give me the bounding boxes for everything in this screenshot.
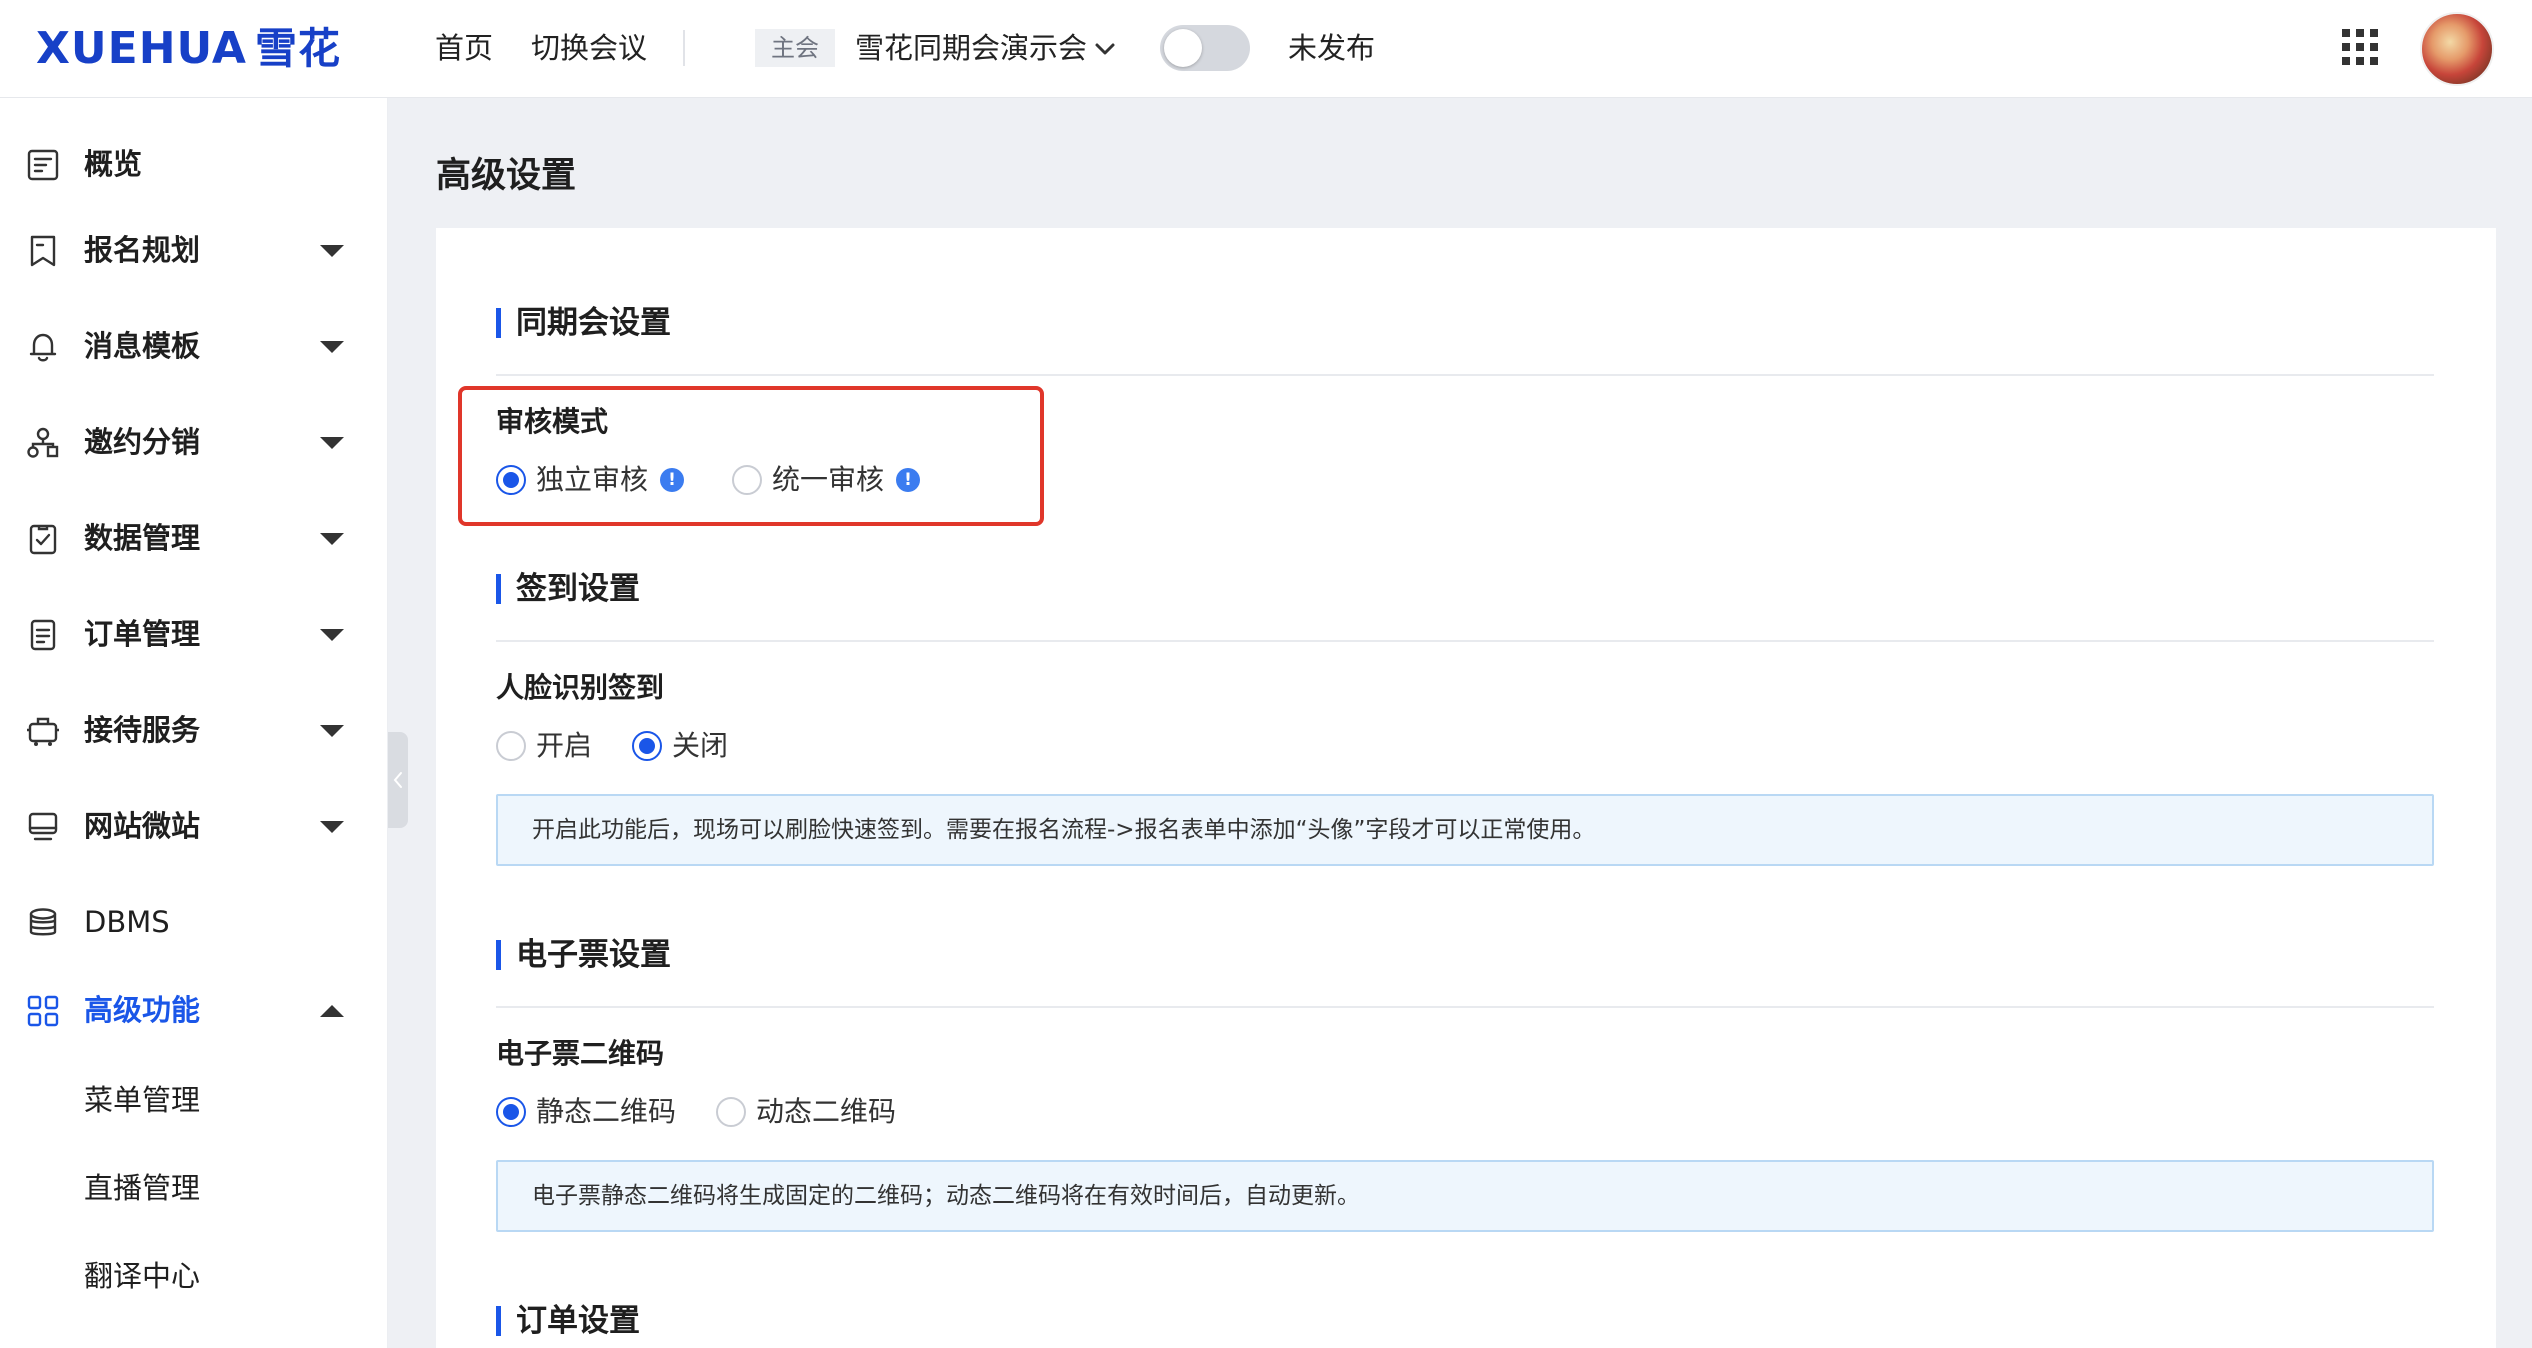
face-checkin-radio-group: 开启 关闭 [496,726,896,766]
logo-cn: 雪花 [254,24,341,73]
main-conference-tag: 主会 [755,29,835,67]
radio-dot [496,731,526,761]
caret-down-icon [320,629,344,641]
sidebar-subitem-label: 翻译中心 [84,1259,201,1293]
radio-label: 开启 [536,729,593,762]
face-checkin-hint: 开启此功能后，现场可以刷脸快速签到。需要在报名流程->报名表单中添加“头像”字段… [496,794,2434,866]
radio-dot [716,1097,746,1127]
eticket-qrcode-hint: 电子票静态二维码将生成固定的二维码；动态二维码将在有效时间后，自动更新。 [496,1160,2434,1232]
radio-dot [732,465,762,495]
xuehua-logo[interactable]: XUEHUA 雪花 [36,22,341,76]
apps-grid-icon[interactable] [2340,27,2380,67]
user-avatar[interactable] [2420,12,2494,86]
info-icon[interactable]: ! [896,468,920,492]
document-icon [30,619,56,651]
sidebar-item-invitation[interactable]: 邀约分销 [0,410,388,474]
logo-latin: XUEHUA [36,23,247,74]
sidebar-item-reception[interactable]: 接待服务 [0,698,388,762]
sidebar-collapse-handle[interactable] [388,732,408,828]
radio-dot [496,465,526,495]
overview-icon [27,149,59,181]
sidebar-item-label: 报名规划 [84,233,201,267]
sidebar-item-data-management[interactable]: 数据管理 [0,506,388,570]
grid-icon [27,995,59,1027]
sidebar-subitem-menu-management[interactable]: 菜单管理 [0,1070,388,1130]
review-mode-label: 审核模式 [496,405,609,438]
org-tree-icon [27,427,59,458]
page-title: 高级设置 [436,156,577,196]
sidebar-item-overview[interactable]: 概览 [0,132,388,196]
caret-up-icon [320,1005,344,1017]
nav-home-link[interactable]: 首页 [435,28,493,68]
sidebar-item-order-management[interactable]: 订单管理 [0,602,388,666]
face-checkin-label: 人脸识别签到 [496,671,665,704]
monitor-icon [28,812,58,841]
sidebar-item-advanced[interactable]: 高级功能 [0,978,388,1042]
caret-down-icon [320,245,344,257]
sidebar-item-label: 高级功能 [84,993,201,1027]
sidebar-item-registration[interactable]: 报名规划 [0,218,388,282]
caret-down-icon [320,341,344,353]
section-title-order: 订单设置 [496,1300,640,1342]
caret-down-icon [320,437,344,449]
publish-status: 未发布 [1288,31,1376,65]
sidebar-subitem-label: 菜单管理 [84,1083,201,1117]
sidebar-subitem-label: 直播管理 [84,1171,201,1205]
nav-divider [683,30,685,66]
sidebar-item-label: 订单管理 [84,617,201,651]
radio-dot [496,1097,526,1127]
sidebar-item-label: 概览 [84,147,143,181]
sidebar-subitem-live-management[interactable]: 直播管理 [0,1158,388,1218]
radio-label: 统一审核 [772,463,885,496]
caret-down-icon [320,725,344,737]
info-icon[interactable]: ! [660,468,684,492]
radio-label: 静态二维码 [536,1095,677,1128]
publish-toggle[interactable] [1160,25,1250,71]
eticket-qrcode-label: 电子票二维码 [496,1037,665,1070]
sidebar-item-website[interactable]: 网站微站 [0,794,388,858]
sidebar-item-label: 接待服务 [84,713,201,747]
chevron-left-icon [393,772,402,788]
sidebar-subitem-translation-center[interactable]: 翻译中心 [0,1246,388,1306]
sidebar-item-label: 消息模板 [84,329,201,363]
sidebar-item-message-templates[interactable]: 消息模板 [0,314,388,378]
section-divider [496,374,2434,376]
review-mode-radio-group: 独立审核 ! 统一审核 ! [496,460,1096,500]
radio-dot [632,731,662,761]
luggage-icon [27,717,59,746]
section-title-concurrent: 同期会设置 [496,302,671,344]
sidebar-item-label: 网站微站 [84,809,201,843]
sidebar-item-dbms[interactable]: DBMS [0,890,388,954]
caret-down-icon [320,533,344,545]
bookmark-icon [30,235,56,267]
caret-down-icon [320,821,344,833]
section-divider [496,640,2434,642]
nav-switch-conference-link[interactable]: 切换会议 [531,28,647,68]
database-icon [29,908,57,936]
sidebar-item-label: 邀约分销 [84,425,201,459]
radio-label: 关闭 [672,729,729,762]
sidebar: 概览 报名规划 消息模板 邀约分销 数据管理 订单管理 接待服务 网站微站 DB… [0,98,388,1348]
radio-label: 独立审核 [536,463,649,496]
sidebar-item-label: DBMS [84,905,170,939]
toggle-knob [1164,29,1202,67]
section-title-checkin: 签到设置 [496,568,640,610]
eticket-qrcode-radio-group: 静态二维码 动态二维码 [496,1092,996,1132]
radio-label: 动态二维码 [756,1095,897,1128]
clipboard-check-icon [29,524,57,555]
bell-icon [29,333,57,362]
sidebar-item-label: 数据管理 [84,521,201,555]
section-title-eticket: 电子票设置 [496,934,671,976]
top-bar: XUEHUA 雪花 首页 切换会议 主会 雪花同期会演示会 未发布 [0,0,2532,98]
conference-selector[interactable]: 雪花同期会演示会 [855,28,1087,68]
settings-card: 同期会设置 审核模式 独立审核 ! 统一审核 ! 签到设置 人脸识别签到 开启 … [436,228,2496,1348]
section-divider [496,1006,2434,1008]
chevron-down-icon[interactable] [1092,36,1118,62]
